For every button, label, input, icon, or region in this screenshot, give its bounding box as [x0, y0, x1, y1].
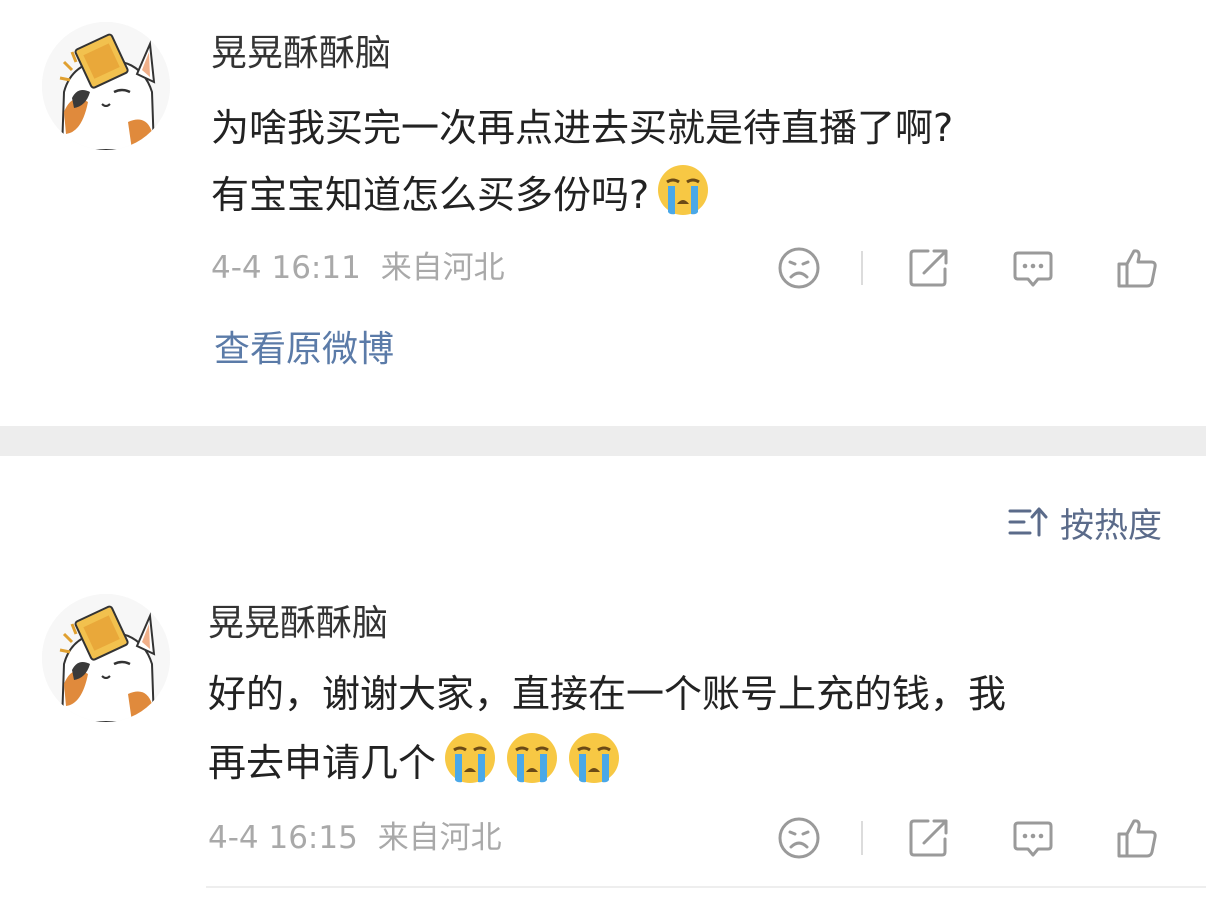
post-username[interactable]: 晃晃酥酥脑	[211, 34, 391, 74]
dislike-icon[interactable]	[776, 815, 822, 861]
comment-text-line-1: 好的，谢谢大家，直接在一个账号上充的钱，我	[208, 672, 1007, 716]
comment-username[interactable]: 晃晃酥酥脑	[208, 604, 388, 644]
post-location: 来自河北	[380, 250, 505, 286]
avatar[interactable]	[42, 594, 170, 722]
post-text-line-2: 有宝宝知道怎么买多份吗?	[211, 162, 711, 225]
comment-location: 来自河北	[377, 820, 502, 856]
action-separator	[861, 251, 863, 285]
like-icon[interactable]	[1114, 815, 1160, 861]
action-separator	[861, 821, 863, 855]
post-meta: 4-4 16:11 来自河北	[211, 248, 505, 288]
comment-time: 4-4 16:15	[208, 820, 358, 856]
cat-avatar-image	[42, 22, 170, 150]
comment-card: 晃晃酥酥脑 好的，谢谢大家，直接在一个账号上充的钱，我 再去申请几个 4-4 1…	[0, 570, 1206, 900]
dislike-icon[interactable]	[776, 245, 822, 291]
comment-divider	[206, 886, 1206, 888]
avatar[interactable]	[42, 22, 170, 150]
sort-label: 按热度	[1060, 505, 1162, 546]
post-text-line-1: 为啥我买完一次再点进去买就是待直播了啊?	[211, 106, 954, 150]
crying-face-icon	[504, 730, 560, 786]
comment-text-line-2: 再去申请几个	[208, 730, 622, 793]
post-text-line-2-content: 有宝宝知道怎么买多份吗?	[211, 173, 650, 217]
like-icon[interactable]	[1114, 245, 1160, 291]
crying-face-icon	[566, 730, 622, 786]
cat-avatar-image	[42, 594, 170, 722]
post-time: 4-4 16:11	[211, 250, 361, 286]
view-original-link[interactable]: 查看原微博	[214, 330, 394, 370]
crying-face-icon	[442, 730, 498, 786]
comment-icon[interactable]	[1010, 245, 1056, 291]
share-icon[interactable]	[906, 245, 952, 291]
sort-button[interactable]: 按热度	[1008, 500, 1162, 546]
comment-text-line-2-content: 再去申请几个	[208, 741, 437, 785]
comment-icon[interactable]	[1010, 815, 1056, 861]
crying-face-icon	[655, 162, 711, 218]
post-card: 晃晃酥酥脑 为啥我买完一次再点进去买就是待直播了啊? 有宝宝知道怎么买多份吗? …	[0, 0, 1206, 426]
share-icon[interactable]	[906, 815, 952, 861]
comment-meta: 4-4 16:15 来自河北	[208, 818, 502, 858]
sort-icon	[1008, 505, 1048, 539]
section-separator	[0, 426, 1206, 456]
